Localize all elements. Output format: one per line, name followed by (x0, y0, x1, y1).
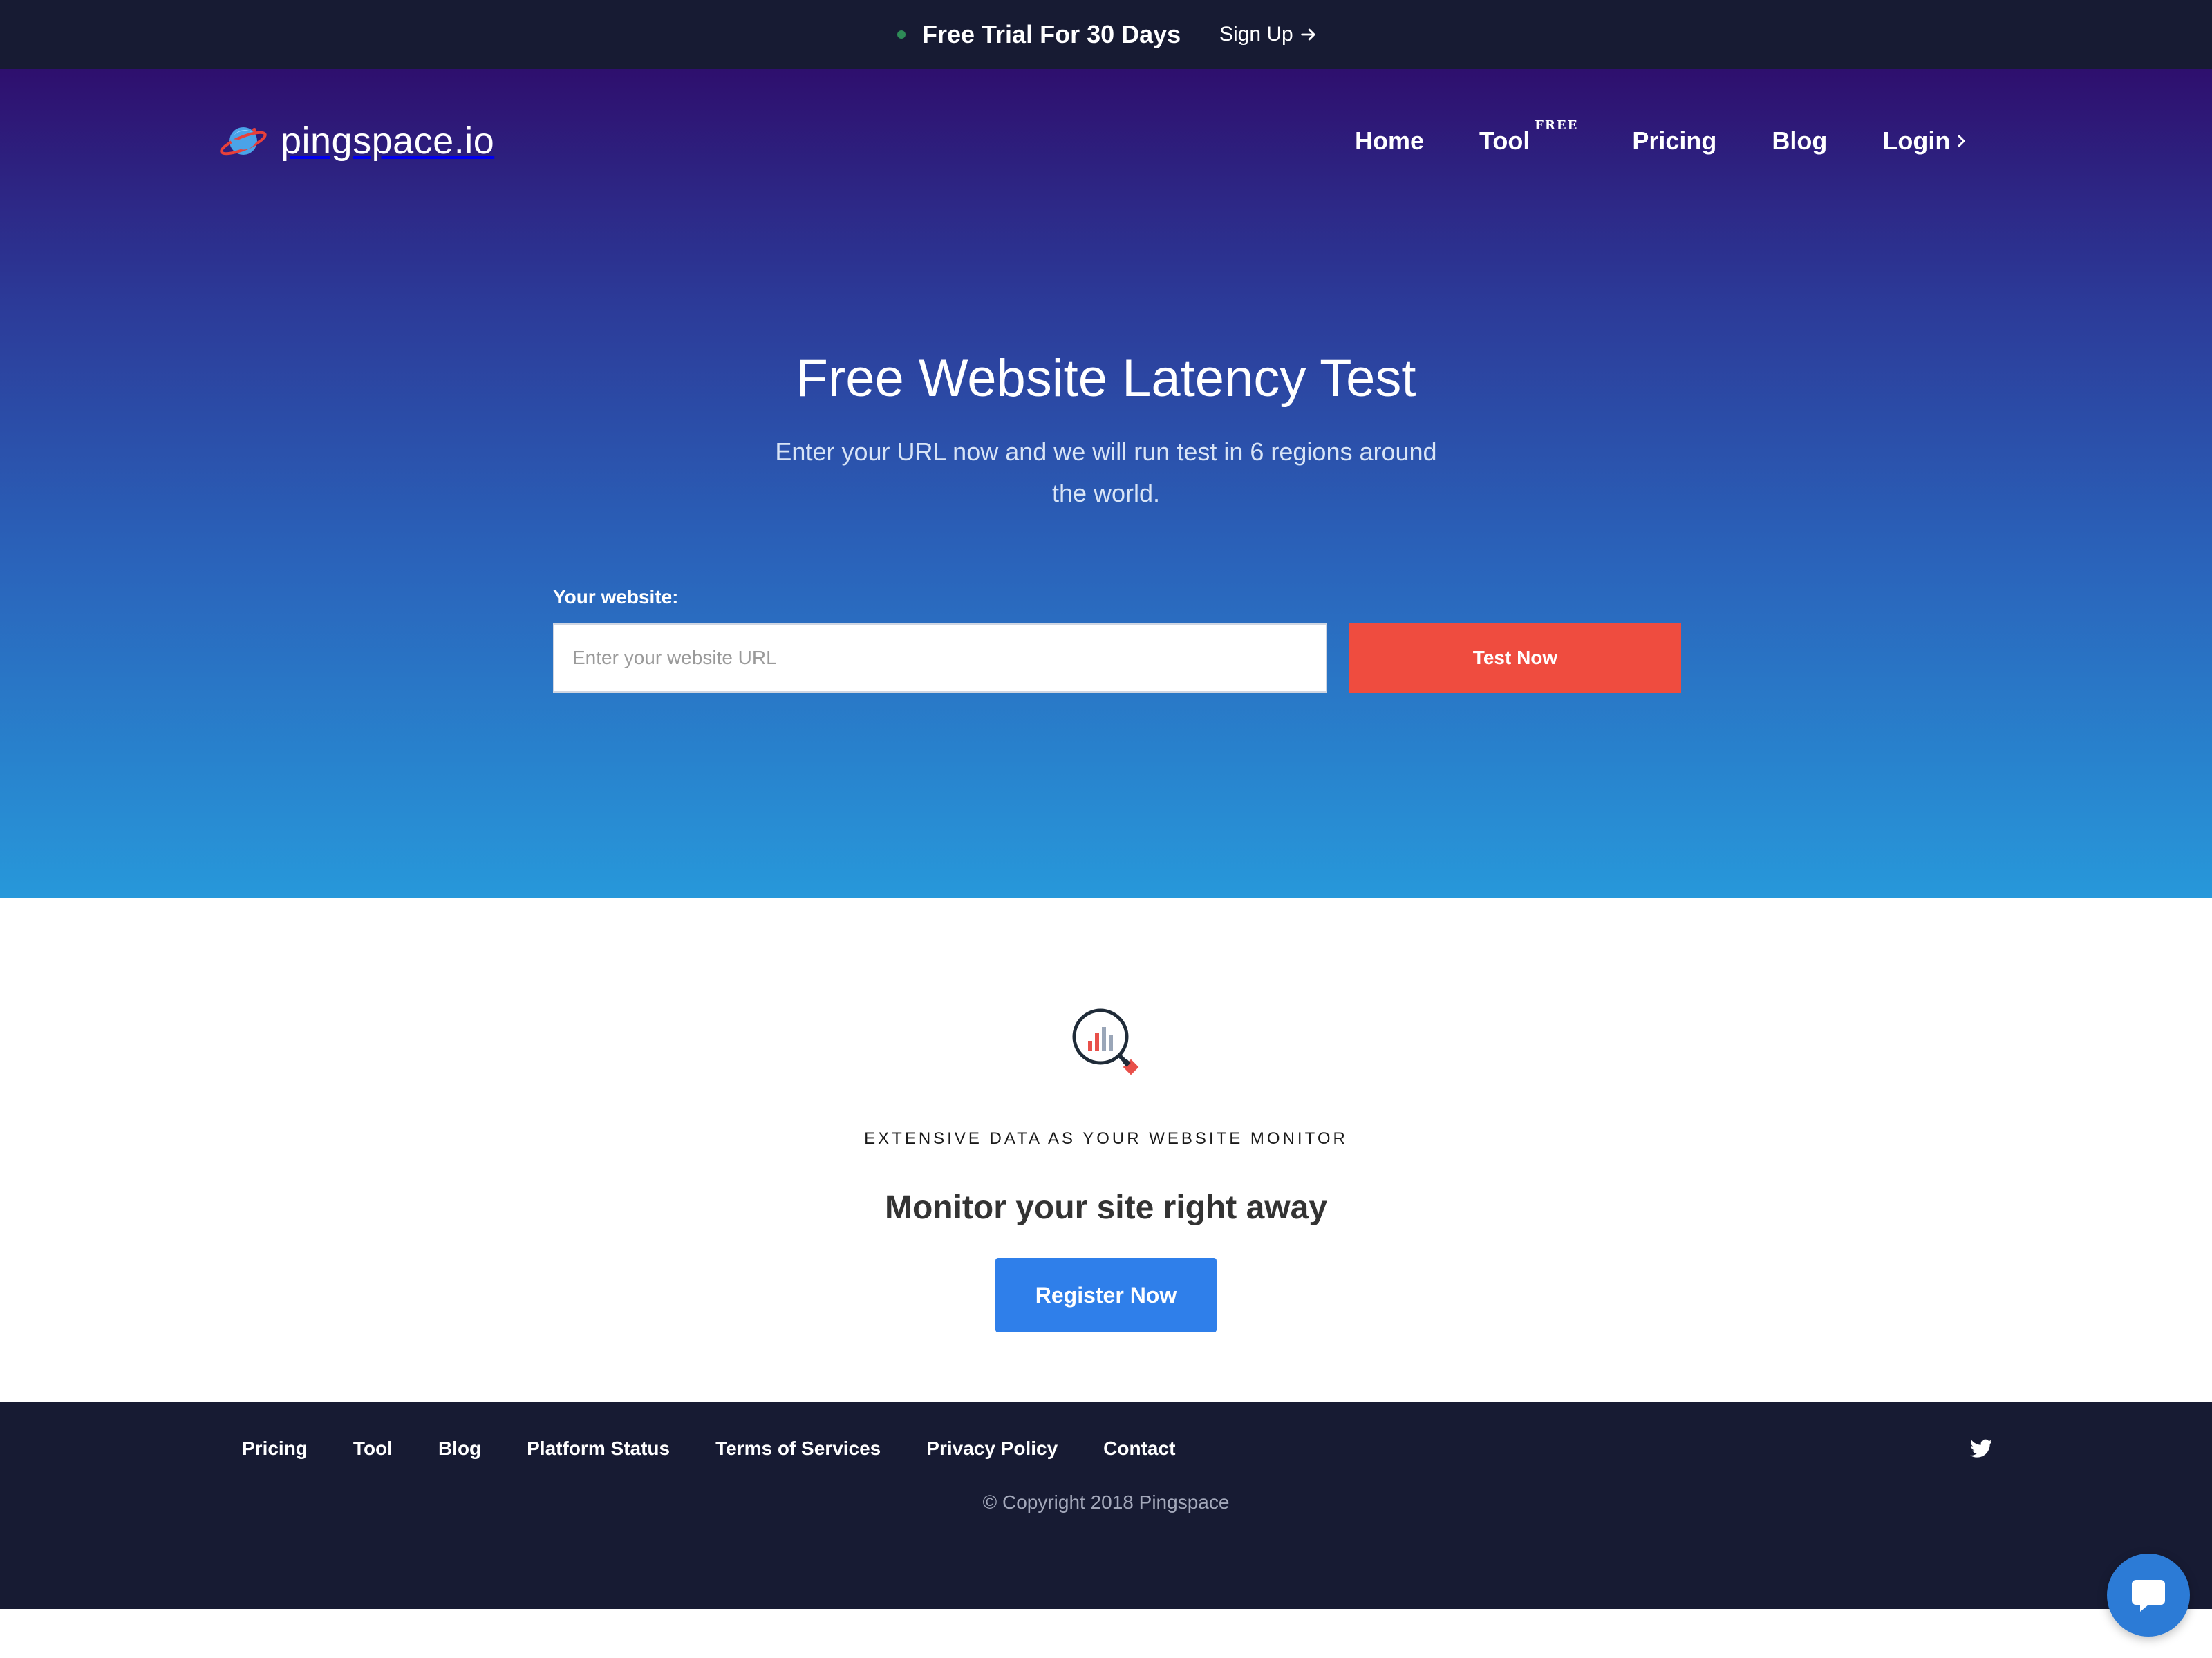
chat-bubble-icon (2132, 1580, 2165, 1612)
chat-widget-button[interactable] (2107, 1554, 2190, 1637)
footer-link-privacy[interactable]: Privacy Policy (926, 1438, 1058, 1460)
nav-tool[interactable]: Tool FREE (1479, 118, 1577, 156)
monitor-kicker: EXTENSIVE DATA AS YOUR WEBSITE MONITOR (864, 1129, 1348, 1148)
footer-link-terms[interactable]: Terms of Services (715, 1438, 881, 1460)
free-badge: FREE (1535, 118, 1579, 133)
logo[interactable]: pingspace.io (218, 119, 494, 163)
register-now-button[interactable]: Register Now (995, 1258, 1217, 1332)
footer: Pricing Tool Blog Platform Status Terms … (0, 1402, 2212, 1609)
copyright: © Copyright 2018 Pingspace (982, 1491, 1230, 1513)
twitter-icon[interactable] (1970, 1439, 1992, 1458)
footer-link-platform-status[interactable]: Platform Status (527, 1438, 670, 1460)
promo-bar: Free Trial For 30 Days Sign Up (0, 0, 2212, 69)
footer-links: Pricing Tool Blog Platform Status Terms … (242, 1432, 1175, 1465)
hero-title: Free Website Latency Test (796, 349, 1416, 408)
sign-up-label: Sign Up (1219, 23, 1293, 46)
footer-link-contact[interactable]: Contact (1103, 1438, 1175, 1460)
nav-blog[interactable]: Blog (1772, 126, 1827, 156)
nav-login-label: Login (1882, 126, 1951, 155)
test-now-button[interactable]: Test Now (1349, 623, 1681, 693)
monitor-title: Monitor your site right away (884, 1189, 1328, 1226)
arrow-right-icon (1301, 28, 1315, 41)
footer-link-tool[interactable]: Tool (353, 1438, 393, 1460)
nav-login[interactable]: Login (1882, 126, 1968, 156)
logo-text: pingspace.io (281, 120, 495, 162)
planet-logo-icon (220, 127, 267, 156)
magnifier-chart-icon (1072, 1008, 1139, 1075)
main-nav: Home Tool FREE Pricing Blog Login (1355, 118, 1968, 160)
nav-tool-label: Tool (1479, 126, 1530, 155)
sign-up-link[interactable]: Sign Up (1219, 18, 1318, 51)
nav-home[interactable]: Home (1355, 126, 1424, 156)
footer-link-pricing[interactable]: Pricing (242, 1438, 308, 1460)
chevron-right-icon (1958, 135, 1965, 147)
status-dot (897, 30, 906, 39)
website-url-input[interactable] (553, 623, 1327, 693)
hero-section: pingspace.io Home Tool FREE Pricing Blog… (0, 69, 2212, 898)
promo-text: Free Trial For 30 Days (922, 20, 1181, 48)
hero-subtitle: Enter your URL now and we will run test … (775, 437, 1437, 507)
nav-pricing[interactable]: Pricing (1632, 126, 1716, 156)
website-field-label: Your website: (553, 586, 679, 607)
page: Free Trial For 30 Days Sign Up pingspace… (0, 0, 2212, 1658)
footer-link-blog[interactable]: Blog (438, 1438, 481, 1460)
